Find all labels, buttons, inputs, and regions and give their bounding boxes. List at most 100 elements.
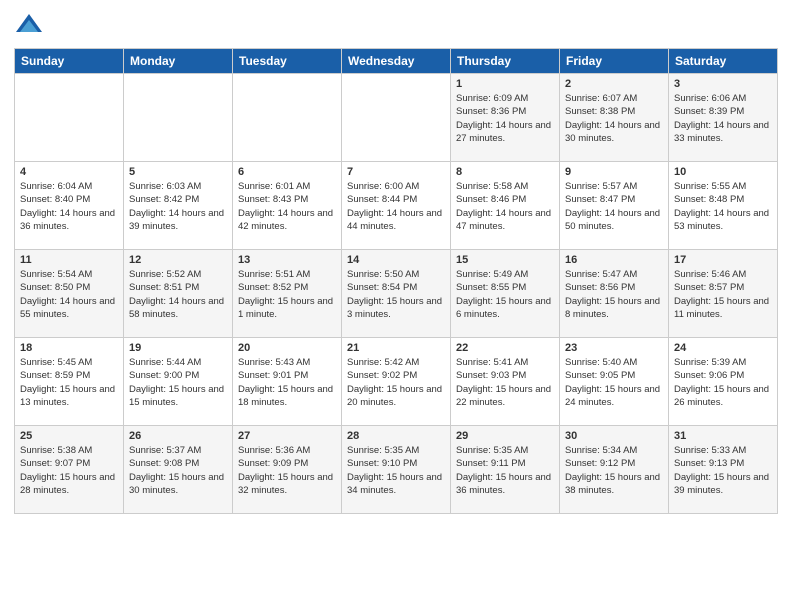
week-row-2: 4 Sunrise: 6:04 AM Sunset: 8:40 PM Daylig… — [15, 162, 778, 250]
day-info: Sunrise: 5:51 AM Sunset: 8:52 PM Dayligh… — [238, 268, 336, 321]
day-number: 22 — [456, 342, 554, 354]
page: SundayMondayTuesdayWednesdayThursdayFrid… — [0, 0, 792, 612]
day-cell: 28Sunrise: 5:35 AM Sunset: 9:10 PM Dayli… — [342, 426, 451, 514]
day-cell: 7 Sunrise: 6:00 AM Sunset: 8:44 PM Daylig… — [342, 162, 451, 250]
day-info: Sunrise: 5:47 AM Sunset: 8:56 PM Dayligh… — [565, 268, 663, 321]
week-row-5: 25 Sunrise: 5:38 AM Sunset: 9:07 PM Dayli… — [15, 426, 778, 514]
weekday-header-sunday: Sunday — [15, 49, 124, 74]
day-number: 15 — [456, 254, 554, 266]
day-info: Sunrise: 6:04 AM Sunset: 8:40 PM Dayligh… — [20, 180, 118, 233]
day-number: 31 — [674, 430, 772, 442]
day-number: 4 — [20, 166, 118, 178]
day-cell: 25 Sunrise: 5:38 AM Sunset: 9:07 PM Dayli… — [15, 426, 124, 514]
day-info: Sunrise: 5:49 AM Sunset: 8:55 PM Dayligh… — [456, 268, 554, 321]
day-cell: 27 Sunrise: 5:36 AM Sunset: 9:09 PM Dayli… — [233, 426, 342, 514]
day-number: 11 — [20, 254, 118, 266]
day-cell: 26 Sunrise: 5:37 AM Sunset: 9:08 PM Dayli… — [124, 426, 233, 514]
day-cell: 22 Sunrise: 5:41 AM Sunset: 9:03 PM Dayli… — [451, 338, 560, 426]
day-info: Sunrise: 5:44 AM Sunset: 9:00 PM Dayligh… — [129, 356, 227, 409]
day-number: 14 — [347, 254, 445, 266]
day-cell — [124, 74, 233, 162]
day-info: Sunrise: 5:36 AM Sunset: 9:09 PM Dayligh… — [238, 444, 336, 497]
day-cell: 15 Sunrise: 5:49 AM Sunset: 8:55 PM Dayli… — [451, 250, 560, 338]
day-number: 12 — [129, 254, 227, 266]
day-number: 1 — [456, 78, 554, 90]
day-number: 7 — [347, 166, 445, 178]
day-number: 9 — [565, 166, 663, 178]
week-row-1: 1Sunrise: 6:09 AM Sunset: 8:36 PM Daylig… — [15, 74, 778, 162]
day-info: Sunrise: 5:39 AM Sunset: 9:06 PM Dayligh… — [674, 356, 772, 409]
day-info: Sunrise: 6:00 AM Sunset: 8:44 PM Dayligh… — [347, 180, 445, 233]
day-number: 20 — [238, 342, 336, 354]
day-info: Sunrise: 5:46 AM Sunset: 8:57 PM Dayligh… — [674, 268, 772, 321]
weekday-header-tuesday: Tuesday — [233, 49, 342, 74]
day-cell — [233, 74, 342, 162]
day-number: 13 — [238, 254, 336, 266]
day-number: 8 — [456, 166, 554, 178]
weekday-header-thursday: Thursday — [451, 49, 560, 74]
day-cell: 16 Sunrise: 5:47 AM Sunset: 8:56 PM Dayli… — [560, 250, 669, 338]
weekday-header-monday: Monday — [124, 49, 233, 74]
day-info: Sunrise: 5:35 AM Sunset: 9:11 PM Dayligh… — [456, 444, 554, 497]
day-info: Sunrise: 5:42 AM Sunset: 9:02 PM Dayligh… — [347, 356, 445, 409]
day-number: 25 — [20, 430, 118, 442]
day-cell: 6 Sunrise: 6:01 AM Sunset: 8:43 PM Daylig… — [233, 162, 342, 250]
day-number: 24 — [674, 342, 772, 354]
weekday-header-row: SundayMondayTuesdayWednesdayThursdayFrid… — [15, 49, 778, 74]
day-number: 18 — [20, 342, 118, 354]
day-info: Sunrise: 5:34 AM Sunset: 9:12 PM Dayligh… — [565, 444, 663, 497]
day-cell: 30 Sunrise: 5:34 AM Sunset: 9:12 PM Dayli… — [560, 426, 669, 514]
day-number: 2 — [565, 78, 663, 90]
day-cell: 20 Sunrise: 5:43 AM Sunset: 9:01 PM Dayli… — [233, 338, 342, 426]
logo — [14, 10, 48, 40]
day-number: 17 — [674, 254, 772, 266]
day-number: 16 — [565, 254, 663, 266]
weekday-header-wednesday: Wednesday — [342, 49, 451, 74]
day-number: 30 — [565, 430, 663, 442]
day-number: 5 — [129, 166, 227, 178]
day-number: 19 — [129, 342, 227, 354]
weekday-header-friday: Friday — [560, 49, 669, 74]
day-cell: 1Sunrise: 6:09 AM Sunset: 8:36 PM Daylig… — [451, 74, 560, 162]
day-cell: 10Sunrise: 5:55 AM Sunset: 8:48 PM Dayli… — [669, 162, 778, 250]
day-cell: 19 Sunrise: 5:44 AM Sunset: 9:00 PM Dayli… — [124, 338, 233, 426]
day-info: Sunrise: 6:07 AM Sunset: 8:38 PM Dayligh… — [565, 92, 663, 145]
day-info: Sunrise: 5:58 AM Sunset: 8:46 PM Dayligh… — [456, 180, 554, 233]
day-cell: 12Sunrise: 5:52 AM Sunset: 8:51 PM Dayli… — [124, 250, 233, 338]
day-info: Sunrise: 5:35 AM Sunset: 9:10 PM Dayligh… — [347, 444, 445, 497]
header — [14, 10, 778, 40]
day-number: 6 — [238, 166, 336, 178]
day-cell: 17 Sunrise: 5:46 AM Sunset: 8:57 PM Dayli… — [669, 250, 778, 338]
day-cell: 2 Sunrise: 6:07 AM Sunset: 8:38 PM Daylig… — [560, 74, 669, 162]
day-info: Sunrise: 5:57 AM Sunset: 8:47 PM Dayligh… — [565, 180, 663, 233]
day-cell: 21Sunrise: 5:42 AM Sunset: 9:02 PM Dayli… — [342, 338, 451, 426]
day-cell: 13 Sunrise: 5:51 AM Sunset: 8:52 PM Dayli… — [233, 250, 342, 338]
day-number: 29 — [456, 430, 554, 442]
day-info: Sunrise: 5:43 AM Sunset: 9:01 PM Dayligh… — [238, 356, 336, 409]
day-info: Sunrise: 5:38 AM Sunset: 9:07 PM Dayligh… — [20, 444, 118, 497]
day-number: 27 — [238, 430, 336, 442]
day-number: 3 — [674, 78, 772, 90]
day-cell: 9 Sunrise: 5:57 AM Sunset: 8:47 PM Daylig… — [560, 162, 669, 250]
day-number: 26 — [129, 430, 227, 442]
day-info: Sunrise: 6:03 AM Sunset: 8:42 PM Dayligh… — [129, 180, 227, 233]
day-cell: 23Sunrise: 5:40 AM Sunset: 9:05 PM Dayli… — [560, 338, 669, 426]
day-cell: 8 Sunrise: 5:58 AM Sunset: 8:46 PM Daylig… — [451, 162, 560, 250]
day-cell: 18Sunrise: 5:45 AM Sunset: 8:59 PM Dayli… — [15, 338, 124, 426]
calendar-table: SundayMondayTuesdayWednesdayThursdayFrid… — [14, 48, 778, 514]
weekday-header-saturday: Saturday — [669, 49, 778, 74]
week-row-4: 18Sunrise: 5:45 AM Sunset: 8:59 PM Dayli… — [15, 338, 778, 426]
day-cell: 4 Sunrise: 6:04 AM Sunset: 8:40 PM Daylig… — [15, 162, 124, 250]
day-cell: 29 Sunrise: 5:35 AM Sunset: 9:11 PM Dayli… — [451, 426, 560, 514]
day-cell: 14 Sunrise: 5:50 AM Sunset: 8:54 PM Dayli… — [342, 250, 451, 338]
day-info: Sunrise: 5:33 AM Sunset: 9:13 PM Dayligh… — [674, 444, 772, 497]
day-info: Sunrise: 5:41 AM Sunset: 9:03 PM Dayligh… — [456, 356, 554, 409]
day-cell: 11Sunrise: 5:54 AM Sunset: 8:50 PM Dayli… — [15, 250, 124, 338]
day-info: Sunrise: 5:37 AM Sunset: 9:08 PM Dayligh… — [129, 444, 227, 497]
day-info: Sunrise: 6:01 AM Sunset: 8:43 PM Dayligh… — [238, 180, 336, 233]
day-cell: 24 Sunrise: 5:39 AM Sunset: 9:06 PM Dayli… — [669, 338, 778, 426]
day-cell: 31 Sunrise: 5:33 AM Sunset: 9:13 PM Dayli… — [669, 426, 778, 514]
day-cell — [15, 74, 124, 162]
day-info: Sunrise: 5:50 AM Sunset: 8:54 PM Dayligh… — [347, 268, 445, 321]
day-info: Sunrise: 6:06 AM Sunset: 8:39 PM Dayligh… — [674, 92, 772, 145]
